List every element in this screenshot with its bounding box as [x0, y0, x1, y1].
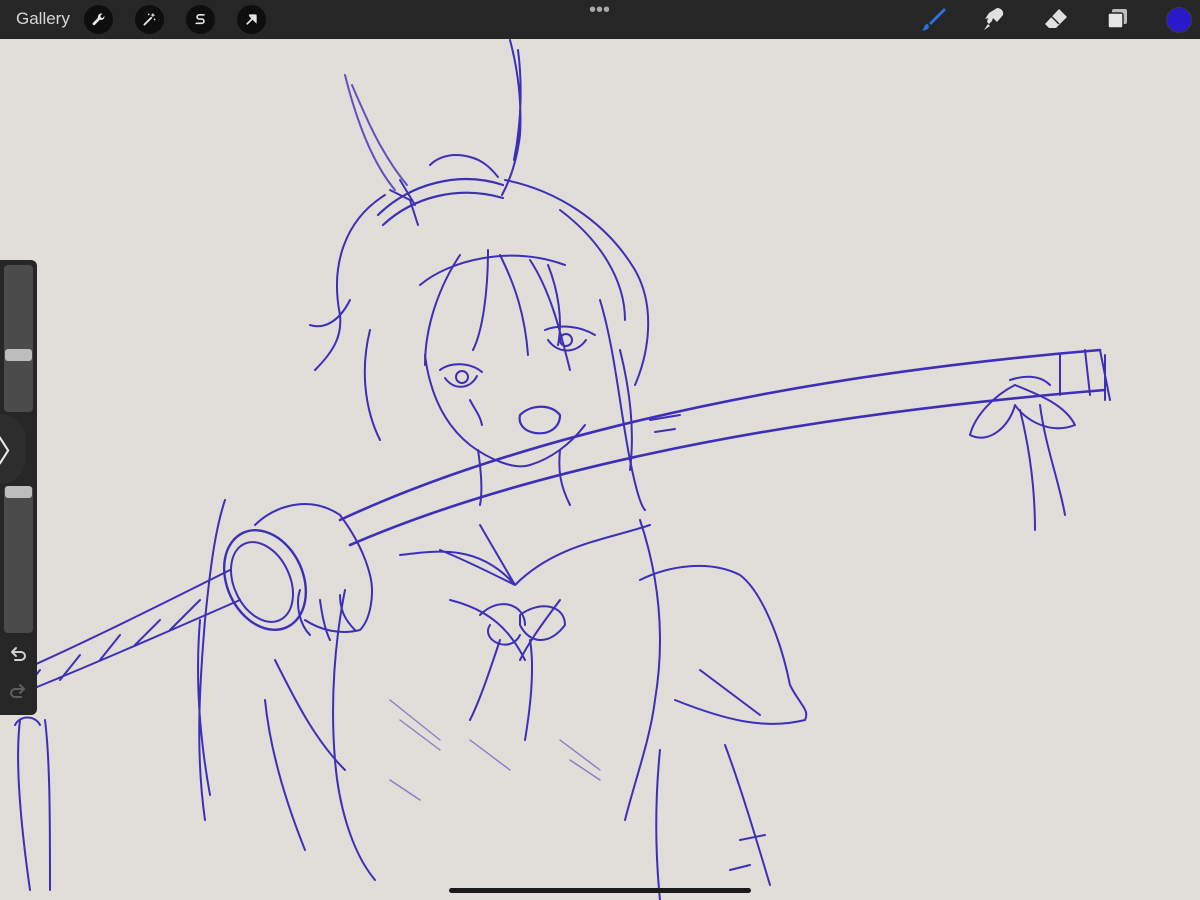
layers-icon	[1107, 9, 1127, 29]
layers-button[interactable]	[1102, 4, 1132, 34]
brush-opacity-handle[interactable]	[5, 486, 32, 498]
actions-button[interactable]	[84, 5, 113, 34]
brush-sidebar	[0, 260, 37, 715]
home-indicator[interactable]	[449, 888, 751, 893]
selection-button[interactable]	[186, 5, 215, 34]
magic-wand-icon	[143, 12, 156, 26]
eraser-icon	[1045, 9, 1067, 28]
brush-tool-button[interactable]	[918, 4, 948, 34]
gallery-button[interactable]: Gallery	[16, 9, 70, 29]
brush-opacity-slider[interactable]	[4, 486, 33, 633]
redo-button[interactable]	[7, 682, 29, 704]
chevron-right-icon: 〉	[0, 435, 27, 470]
undo-icon	[11, 647, 26, 661]
drawing-canvas[interactable]	[0, 39, 1200, 900]
more-options-icon[interactable]: •••	[589, 0, 610, 20]
brush-icon	[921, 8, 946, 31]
transform-arrow-icon	[246, 14, 257, 25]
redo-icon	[10, 684, 25, 698]
eraser-tool-button[interactable]	[1041, 4, 1071, 34]
color-picker-button[interactable]	[1166, 7, 1192, 33]
wrench-icon	[92, 13, 105, 26]
smudge-icon	[984, 8, 1004, 30]
smudge-tool-button[interactable]	[979, 4, 1009, 34]
brush-size-slider[interactable]	[4, 265, 33, 412]
selection-s-icon	[195, 13, 205, 25]
undo-button[interactable]	[7, 645, 29, 667]
transform-button[interactable]	[237, 5, 266, 34]
top-toolbar: Gallery •••	[0, 0, 1200, 39]
brush-size-handle[interactable]	[5, 349, 32, 361]
sketch-artwork	[0, 39, 1111, 900]
adjustments-button[interactable]	[135, 5, 164, 34]
